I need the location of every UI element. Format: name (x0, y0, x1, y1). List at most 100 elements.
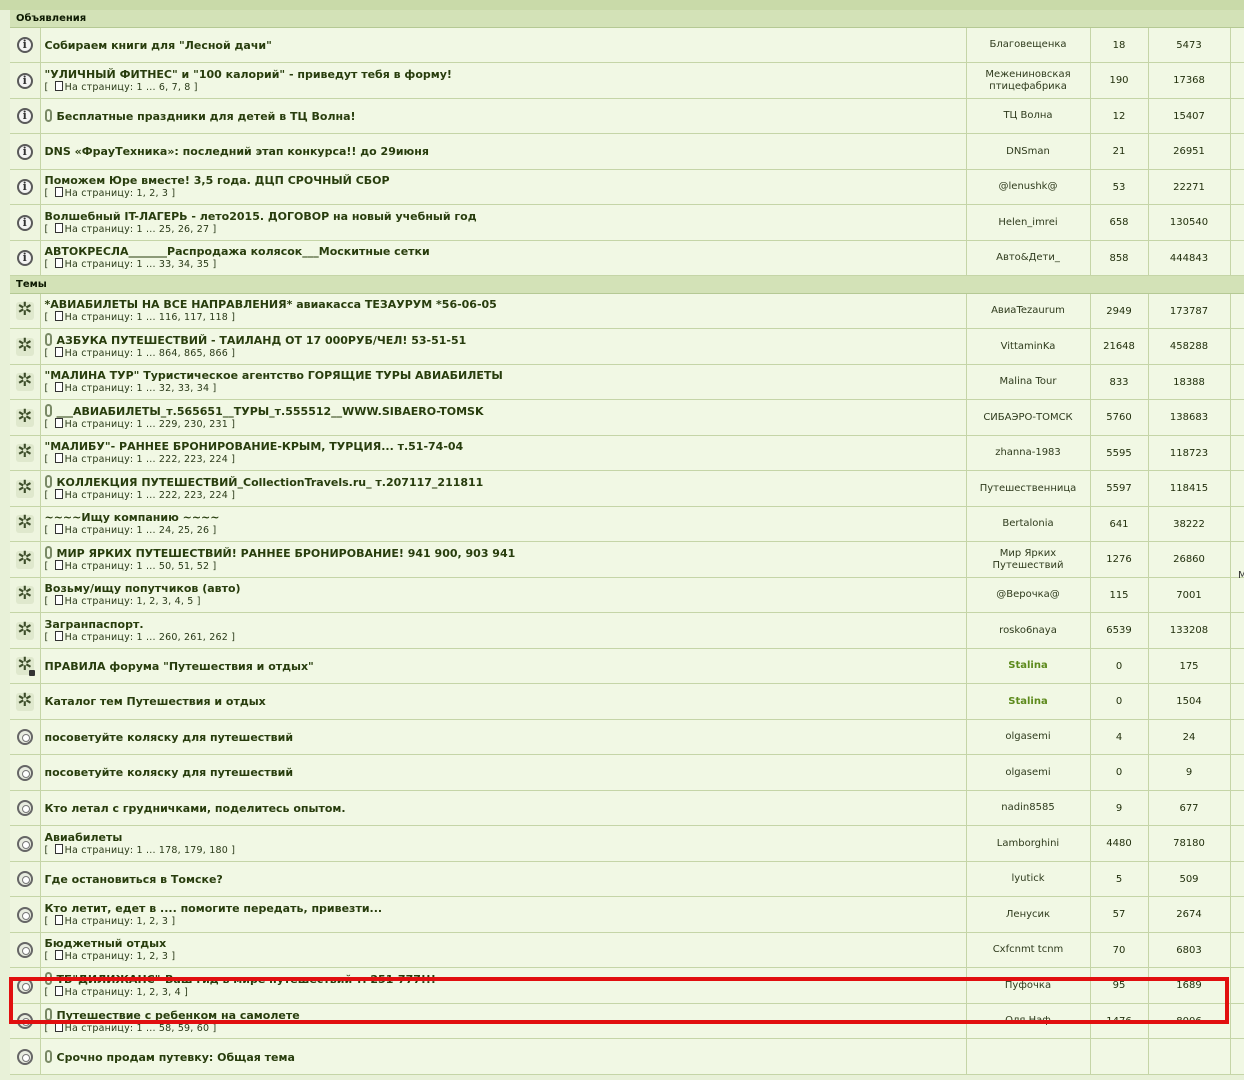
author-name[interactable]: Путешественница (980, 483, 1077, 494)
topic-link[interactable]: Авиабилеты (45, 831, 123, 844)
author-name[interactable]: Межениновская (985, 69, 1070, 80)
author-name[interactable]: nadin8585 (1001, 802, 1054, 813)
topic-link[interactable]: ТБ"ДИЛИЖАНС"-Ваш гид в мире путешествий … (57, 973, 436, 986)
topic-author[interactable]: Авто&Дети_ (966, 240, 1091, 276)
topic-author[interactable]: @Верочка@ (966, 577, 1091, 613)
author-name[interactable]: Cxfcnmt tcnm (993, 944, 1064, 955)
topic-link[interactable]: Кто летит, едет в .... помогите передать… (45, 902, 383, 915)
page-links[interactable]: 1 ... 864, 865, 866 (137, 348, 228, 359)
topic-author[interactable]: Межениновская птицефабрика (966, 62, 1091, 99)
author-name[interactable]: СИБАЭРО-ТОМСК (983, 412, 1072, 423)
topic-link[interactable]: ~~~~Ищу компанию ~~~~ (45, 511, 220, 524)
topic-row[interactable]: Возьму/ищу попутчиков (авто)[ На страниц… (10, 577, 1244, 613)
topic-link[interactable]: посоветуйте коляску для путешествий (45, 731, 294, 744)
topic-author[interactable]: Мир Ярких Путешествий (966, 541, 1091, 578)
page-links[interactable]: 1 ... 58, 59, 60 (137, 1023, 210, 1034)
topic-row[interactable]: ТБ"ДИЛИЖАНС"-Ваш гид в мире путешествий … (10, 967, 1244, 1004)
page-links[interactable]: 1 ... 32, 33, 34 (137, 383, 210, 394)
topic-row[interactable]: "УЛИЧНЫЙ ФИТНЕС" и "100 калорий" - приве… (10, 62, 1244, 99)
page-links[interactable]: 1 ... 222, 223, 224 (137, 490, 228, 501)
author-name[interactable]: Bertalonia (1002, 518, 1053, 529)
topic-row[interactable]: ПРАВИЛА форума "Путешествия и отдых" Stal… (10, 648, 1244, 684)
page-links[interactable]: 1, 2, 3 (137, 916, 169, 927)
topic-row[interactable]: Кто летал с грудничками, поделитесь опыт… (10, 790, 1244, 826)
topic-row[interactable]: Поможем Юре вместе! 3,5 года. ДЦП СРОЧНЫ… (10, 169, 1244, 205)
author-name[interactable]: Мир Ярких (1000, 548, 1056, 559)
topic-row[interactable]: Авиабилеты[ На страницу: 1 ... 178, 179,… (10, 825, 1244, 862)
author-name[interactable]: @lenushk@ (999, 181, 1058, 192)
topic-author[interactable]: nadin8585 (966, 790, 1091, 826)
topic-author[interactable]: Благовещенка (966, 27, 1091, 63)
topic-row[interactable]: Каталог тем Путешествия и отдых Stalina 01… (10, 683, 1244, 720)
page-links[interactable]: 1, 2, 3, 4 (137, 987, 181, 998)
author-name[interactable]: VittaminKa (1001, 341, 1056, 352)
topic-link[interactable]: КОЛЛЕКЦИЯ ПУТЕШЕСТВИЙ_CollectionTravels.… (57, 476, 484, 489)
topic-row[interactable]: Срочно продам путевку: Общая тема (10, 1038, 1244, 1075)
author-name[interactable]: Благовещенка (989, 39, 1066, 50)
author-name[interactable]: olgasemi (1005, 767, 1050, 778)
topic-row[interactable]: "МАЛИБУ"- РАННЕЕ БРОНИРОВАНИЕ-КРЫМ, ТУРЦ… (10, 435, 1244, 471)
topic-author[interactable]: olgasemi (966, 754, 1091, 791)
topic-row[interactable]: Собираем книги для "Лесной дачи" Благовещ… (10, 27, 1244, 63)
topic-author[interactable]: zhanna-1983 (966, 435, 1091, 471)
topic-author[interactable]: Lamborghini (966, 825, 1091, 862)
author-name[interactable]: Stalina (1008, 696, 1047, 707)
topic-link[interactable]: Поможем Юре вместе! 3,5 года. ДЦП СРОЧНЫ… (45, 174, 390, 187)
topic-author[interactable]: Stalina (966, 683, 1091, 720)
page-links[interactable]: 1 ... 50, 51, 52 (137, 561, 210, 572)
topic-link[interactable]: ПРАВИЛА форума "Путешествия и отдых" (45, 660, 314, 673)
topic-row[interactable]: посоветуйте коляску для путешествий olgas… (10, 754, 1244, 791)
topic-link[interactable]: Где остановиться в Томске? (45, 873, 223, 886)
page-links[interactable]: 1 ... 24, 25, 26 (137, 525, 210, 536)
topic-row[interactable]: Бюджетный отдых[ На страницу: 1, 2, 3 ] C… (10, 932, 1244, 968)
topic-link[interactable]: Бесплатные праздники для детей в ТЦ Волн… (57, 110, 356, 123)
topic-author[interactable]: Cxfcnmt tcnm (966, 932, 1091, 968)
topic-link[interactable]: Волшебный IT-ЛАГЕРЬ - лето2015. ДОГОВОР … (45, 210, 477, 223)
topic-link[interactable]: АВТОКРЕСЛА_______Распродажа колясок___Мо… (45, 245, 430, 258)
page-links[interactable]: 1 ... 33, 34, 35 (137, 259, 210, 270)
topic-author[interactable]: rosko6naya (966, 612, 1091, 649)
topic-link[interactable]: "МАЛИБУ"- РАННЕЕ БРОНИРОВАНИЕ-КРЫМ, ТУРЦ… (45, 440, 464, 453)
topic-row[interactable]: Кто летит, едет в .... помогите передать… (10, 896, 1244, 933)
topic-link[interactable]: Кто летал с грудничками, поделитесь опыт… (45, 802, 346, 815)
topic-row[interactable]: АЗБУКА ПУТЕШЕСТВИЙ - ТАИЛАНД ОТ 17 000РУ… (10, 328, 1244, 365)
topic-author[interactable]: Malina Tour (966, 364, 1091, 400)
author-name-line2[interactable]: птицефабрика (989, 81, 1067, 92)
topic-author[interactable]: Ленусик (966, 896, 1091, 933)
topic-row[interactable]: АВТОКРЕСЛА_______Распродажа колясок___Мо… (10, 240, 1244, 276)
author-name[interactable]: Ленусик (1006, 909, 1050, 920)
author-name[interactable]: ТЦ Волна (1003, 110, 1052, 121)
topic-row[interactable]: Где остановиться в Томске? lyutick 5 509 (10, 861, 1244, 897)
topic-author[interactable]: СИБАЭРО-ТОМСК (966, 399, 1091, 436)
page-links[interactable]: 1 ... 116, 117, 118 (137, 312, 228, 323)
topic-author[interactable]: DNSman (966, 133, 1091, 170)
topic-author[interactable]: Helen_imrei (966, 204, 1091, 241)
page-links[interactable]: 1 ... 229, 230, 231 (137, 419, 228, 430)
author-name-line2[interactable]: Путешествий (993, 560, 1064, 571)
topic-author[interactable]: VittaminKa (966, 328, 1091, 365)
author-name[interactable]: Пуфочка (1005, 980, 1051, 991)
topic-author[interactable]: olgasemi (966, 719, 1091, 755)
author-name[interactable]: Helen_imrei (998, 217, 1057, 228)
topic-link[interactable]: Бюджетный отдых (45, 937, 167, 950)
topic-row[interactable]: Загранпаспорт.[ На страницу: 1 ... 260, … (10, 612, 1244, 649)
topic-link[interactable]: DNS «ФрауТехника»: последний этап конкур… (45, 145, 429, 158)
topic-link[interactable]: Собираем книги для "Лесной дачи" (45, 39, 272, 52)
author-name[interactable]: Lamborghini (997, 838, 1059, 849)
topic-row[interactable]: *АВИАБИЛЕТЫ НА ВСЕ НАПРАВЛЕНИЯ* авиакасс… (10, 293, 1244, 329)
author-name[interactable]: АвиаTezaurum (991, 305, 1065, 316)
topic-link[interactable]: Срочно продам путевку: Общая тема (57, 1051, 295, 1064)
topic-link[interactable]: АЗБУКА ПУТЕШЕСТВИЙ - ТАИЛАНД ОТ 17 000РУ… (57, 334, 467, 347)
author-name[interactable]: rosko6naya (999, 625, 1057, 636)
topic-row[interactable]: КОЛЛЕКЦИЯ ПУТЕШЕСТВИЙ_CollectionTravels.… (10, 470, 1244, 507)
topic-author[interactable]: АвиаTezaurum (966, 293, 1091, 329)
topic-author[interactable]: Путешественница (966, 470, 1091, 507)
author-name[interactable]: Malina Tour (1000, 376, 1057, 387)
topic-row[interactable]: "МАЛИНА ТУР" Туристическое агентство ГОР… (10, 364, 1244, 400)
topic-link[interactable]: ___АВИАБИЛЕТЫ_т.565651__ТУРЫ_т.555512__W… (57, 405, 484, 418)
author-name[interactable]: Авто&Дети_ (996, 252, 1060, 263)
topic-row[interactable]: МИР ЯРКИХ ПУТЕШЕСТВИЙ! РАННЕЕ БРОНИРОВАН… (10, 541, 1244, 578)
topic-link[interactable]: "УЛИЧНЫЙ ФИТНЕС" и "100 калорий" - приве… (45, 68, 452, 81)
topic-author[interactable]: lyutick (966, 861, 1091, 897)
topic-row[interactable]: посоветуйте коляску для путешествий olgas… (10, 719, 1244, 755)
